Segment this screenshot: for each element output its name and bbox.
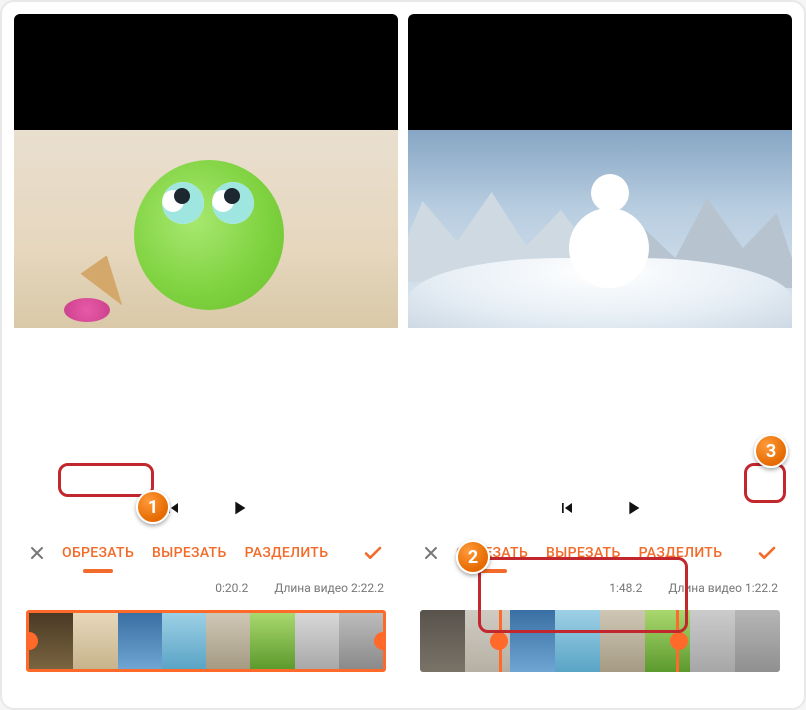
playhead-time: 0:20.2	[215, 581, 248, 595]
tab-trim[interactable]: ОБРЕЗАТЬ	[56, 541, 140, 565]
duration-label: Длина видео 2:22.2	[274, 581, 384, 595]
cancel-button[interactable]	[418, 540, 444, 566]
timeline-thumb	[118, 613, 162, 669]
timeline-thumb	[295, 613, 339, 669]
time-info-row: 1:48.2 Длина видео 1:22.2	[408, 576, 792, 600]
timeline-thumb	[600, 610, 645, 672]
play-icon	[228, 497, 250, 519]
confirm-button[interactable]	[752, 538, 782, 568]
tab-split[interactable]: РАЗДЕЛИТЬ	[239, 541, 335, 565]
play-button[interactable]	[226, 495, 252, 521]
edit-tabs-row: ОБРЕЗАТЬ ВЫРЕЗАТЬ РАЗДЕЛИТЬ	[408, 530, 792, 576]
timeline-thumb	[690, 610, 735, 672]
timeline-thumb	[73, 613, 117, 669]
editor-panel-right: ОБРЕЗАТЬ ВЫРЕЗАТЬ РАЗДЕЛИТЬ 1:48.2 Длина…	[408, 14, 792, 696]
timeline-area	[14, 600, 398, 696]
letterbox-top	[408, 14, 792, 130]
letterbox-top	[14, 14, 398, 130]
tab-split[interactable]: РАЗДЕЛИТЬ	[633, 541, 729, 565]
timeline-thumb	[162, 613, 206, 669]
edit-tabs-row: ОБРЕЗАТЬ ВЫРЕЗАТЬ РАЗДЕЛИТЬ	[14, 530, 398, 576]
tab-cut[interactable]: ВЫРЕЗАТЬ	[540, 541, 627, 565]
timeline-thumb	[420, 610, 465, 672]
timeline-thumb	[250, 613, 294, 669]
play-button[interactable]	[620, 495, 646, 521]
close-icon	[421, 543, 441, 563]
timeline-track[interactable]	[26, 610, 386, 672]
skip-previous-button[interactable]	[160, 495, 186, 521]
timeline-thumb	[206, 613, 250, 669]
confirm-button[interactable]	[358, 538, 388, 568]
trim-handle-right[interactable]	[374, 632, 386, 650]
duration-label: Длина видео 1:22.2	[668, 581, 778, 595]
preview-spacer	[408, 328, 792, 486]
video-preview[interactable]	[408, 130, 792, 328]
video-preview[interactable]	[14, 130, 398, 328]
editor-panel-left: ОБРЕЗАТЬ ВЫРЕЗАТЬ РАЗДЕЛИТЬ 0:20.2 Длина…	[14, 14, 398, 696]
tab-cut[interactable]: ВЫРЕЗАТЬ	[146, 541, 233, 565]
timeline-thumb	[555, 610, 600, 672]
tab-trim[interactable]: ОБРЕЗАТЬ	[450, 541, 534, 565]
preview-spacer	[14, 328, 398, 486]
playhead-time: 1:48.2	[609, 581, 642, 595]
time-info-row: 0:20.2 Длина видео 2:22.2	[14, 576, 398, 600]
comparison-container: ОБРЕЗАТЬ ВЫРЕЗАТЬ РАЗДЕЛИТЬ 0:20.2 Длина…	[0, 0, 806, 710]
skip-previous-button[interactable]	[554, 495, 580, 521]
playback-controls	[14, 486, 398, 530]
playback-controls	[408, 486, 792, 530]
cancel-button[interactable]	[24, 540, 50, 566]
check-icon	[755, 541, 779, 565]
check-icon	[361, 541, 385, 565]
green-bird-graphic	[134, 160, 284, 310]
timeline-thumb	[510, 610, 555, 672]
timeline-thumb	[735, 610, 780, 672]
skip-previous-icon	[163, 498, 183, 518]
close-icon	[27, 543, 47, 563]
trim-handle-right[interactable]	[670, 632, 688, 650]
timeline-track[interactable]	[420, 610, 780, 672]
timeline-area	[408, 600, 792, 696]
snowman-graphic	[569, 208, 649, 288]
play-icon	[622, 497, 644, 519]
trim-handle-left[interactable]	[490, 632, 508, 650]
skip-previous-icon	[557, 498, 577, 518]
yarn-graphic	[64, 298, 110, 322]
